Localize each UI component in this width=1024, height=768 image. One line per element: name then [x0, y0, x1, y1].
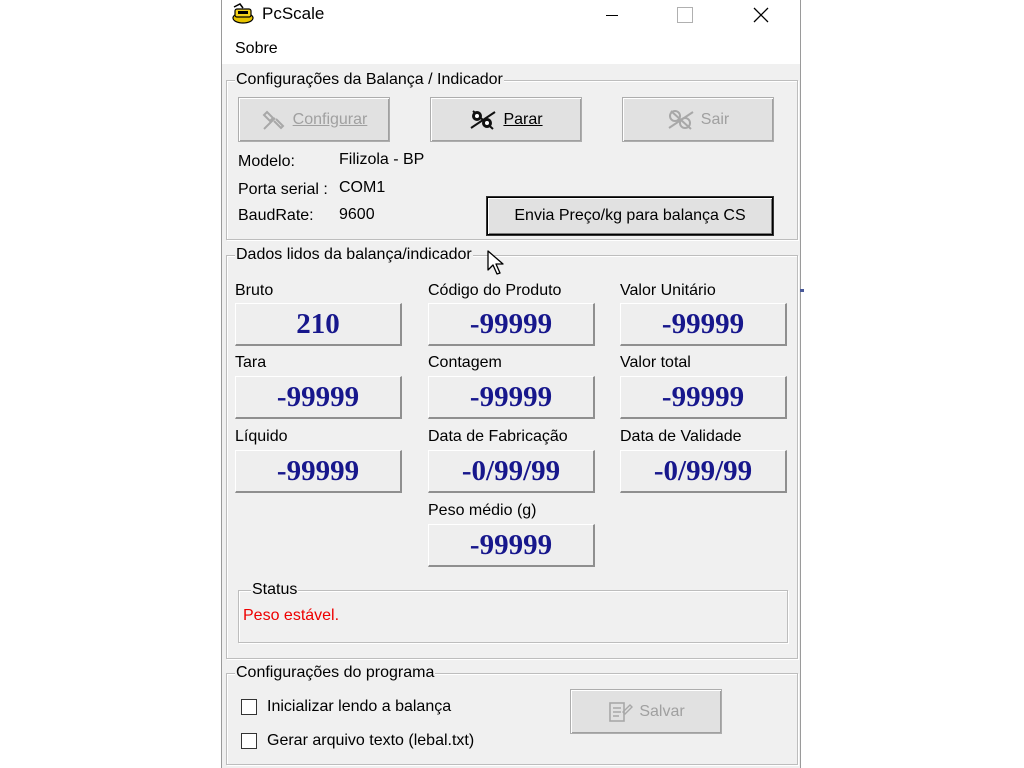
scale-app-icon: [232, 3, 254, 24]
send-price-label: Envia Preço/kg para balança CS: [514, 207, 746, 224]
init-reading-checkbox[interactable]: Inicializar lendo a balança: [241, 698, 451, 716]
close-icon: [753, 7, 769, 23]
total-value-value: -99999: [620, 376, 787, 419]
net-label: Líquido: [235, 428, 288, 445]
unit-value-label: Valor Unitário: [620, 282, 716, 299]
stop-icon: [470, 109, 496, 130]
init-reading-checkbox-box[interactable]: [241, 699, 257, 715]
configure-button[interactable]: Configurar: [238, 97, 390, 142]
close-button[interactable]: [738, 0, 784, 30]
net-value: -99999: [235, 450, 402, 493]
exit-icon: [668, 109, 694, 130]
manufacture-date-label: Data de Fabricação: [428, 428, 568, 445]
background-fragment: [800, 289, 804, 292]
send-price-button[interactable]: Envia Preço/kg para balança CS: [487, 197, 773, 235]
product-code-label: Código do Produto: [428, 282, 562, 299]
scale-config-group: Configurações da Balança / Indicador Con…: [226, 71, 798, 240]
serial-port-value: COM1: [339, 179, 386, 196]
average-weight-value: -99999: [428, 524, 595, 567]
program-config-legend: Configurações do programa: [235, 664, 436, 682]
status-group: Status Peso estável.: [238, 581, 788, 643]
pcscale-window: PcScale Sobre Configurações da Balança /…: [221, 0, 801, 768]
maximize-button[interactable]: [662, 0, 708, 30]
expiry-date-value: -0/99/99: [620, 450, 787, 493]
baudrate-value: 9600: [339, 206, 375, 223]
menu-bar: Sobre: [222, 30, 800, 64]
save-icon: [609, 701, 634, 722]
baudrate-label: BaudRate:: [238, 207, 314, 224]
status-message: Peso estável.: [243, 607, 340, 624]
exit-label: Sair: [700, 110, 730, 128]
gross-label: Bruto: [235, 282, 274, 299]
save-button[interactable]: Salvar: [570, 689, 722, 734]
count-label: Contagem: [428, 354, 502, 371]
stop-button[interactable]: Parar: [430, 97, 582, 142]
model-label: Modelo:: [238, 153, 295, 170]
model-value: Filizola - BP: [339, 151, 425, 168]
menu-sobre[interactable]: Sobre: [235, 40, 278, 58]
product-code-value: -99999: [428, 303, 595, 346]
status-legend: Status: [251, 581, 299, 599]
serial-port-label: Porta serial :: [238, 181, 328, 198]
tare-value: -99999: [235, 376, 402, 419]
stop-label: Parar: [503, 110, 543, 128]
generate-text-file-checkbox[interactable]: Gerar arquivo texto (lebal.txt): [241, 732, 474, 750]
title-bar[interactable]: PcScale: [222, 0, 800, 30]
expiry-date-label: Data de Validade: [620, 428, 742, 445]
data-read-group: Dados lidos da balança/indicador Bruto 2…: [226, 246, 798, 659]
count-value: -99999: [428, 376, 595, 419]
scale-config-legend: Configurações da Balança / Indicador: [235, 71, 504, 89]
minimize-button[interactable]: [589, 0, 635, 30]
configure-label: Configurar: [292, 110, 368, 128]
generate-text-file-label: Gerar arquivo texto (lebal.txt): [267, 732, 475, 749]
save-label: Salvar: [639, 702, 685, 720]
unit-value-value: -99999: [620, 303, 787, 346]
maximize-icon: [677, 7, 693, 23]
gross-value: 210: [235, 303, 402, 346]
minimize-icon: [606, 14, 618, 16]
average-weight-label: Peso médio (g): [428, 502, 537, 519]
window-title: PcScale: [262, 4, 325, 23]
total-value-label: Valor total: [620, 354, 691, 371]
exit-button[interactable]: Sair: [622, 97, 774, 142]
data-read-legend: Dados lidos da balança/indicador: [235, 246, 473, 264]
manufacture-date-value: -0/99/99: [428, 450, 595, 493]
generate-text-file-checkbox-box[interactable]: [241, 733, 257, 749]
init-reading-label: Inicializar lendo a balança: [267, 698, 452, 715]
tools-icon: [262, 110, 285, 130]
mouse-pointer-icon: [487, 250, 504, 275]
program-config-group: Configurações do programa Inicializar le…: [226, 664, 798, 765]
tare-label: Tara: [235, 354, 267, 371]
